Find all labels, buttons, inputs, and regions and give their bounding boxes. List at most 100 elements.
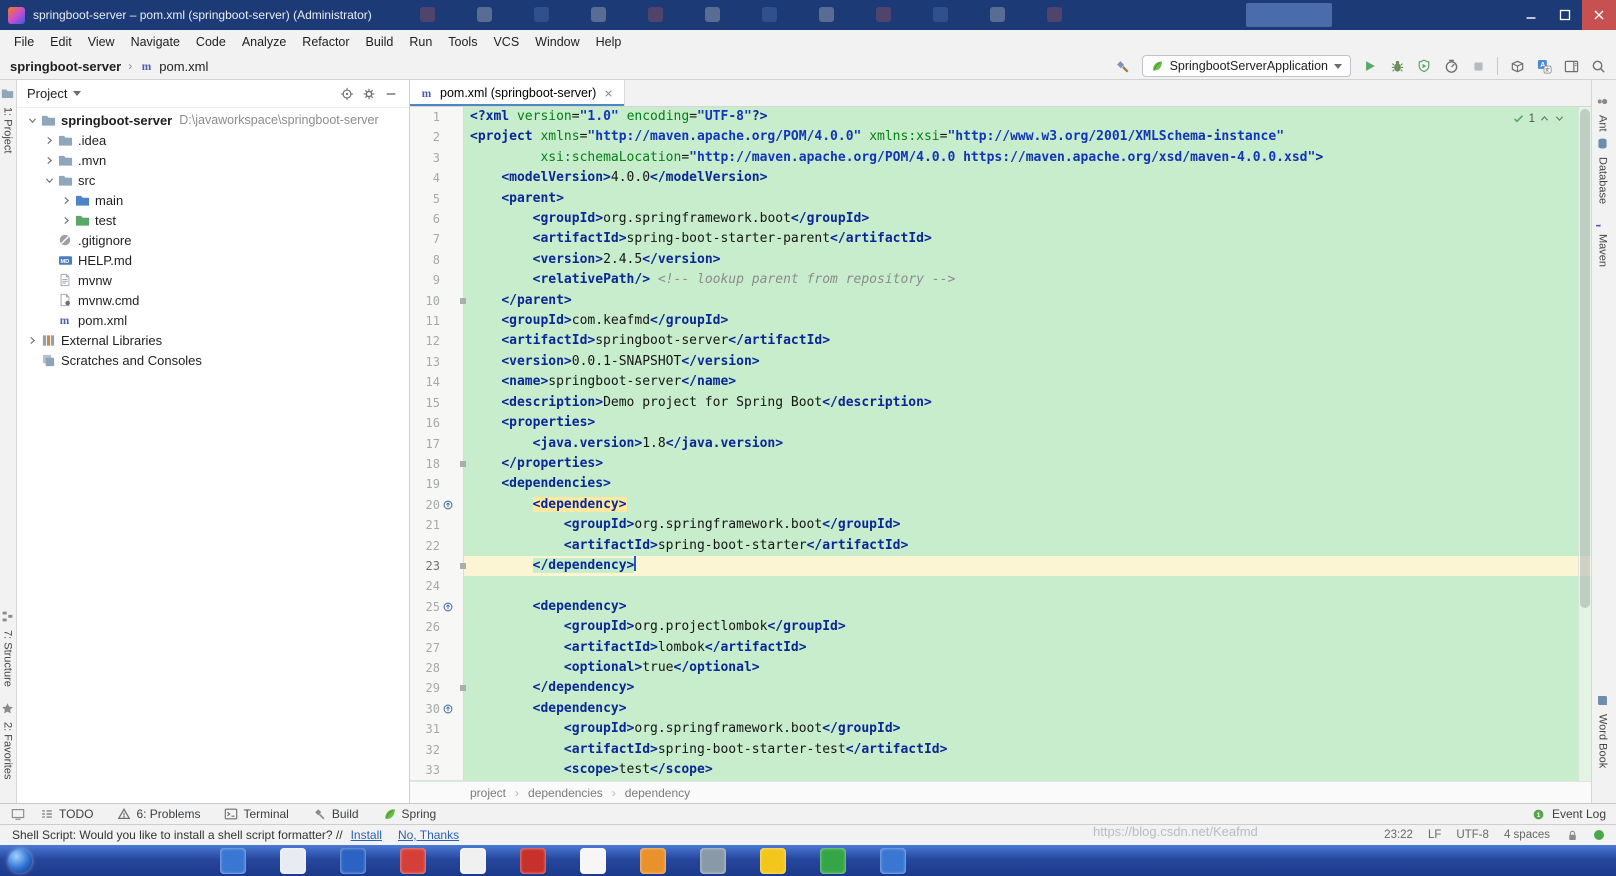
code-line[interactable]: 24 [410, 576, 1591, 597]
breadcrumb-project[interactable]: project [470, 786, 506, 800]
code-line[interactable]: 12 <artifactId>springboot-server</artifa… [410, 331, 1591, 352]
taskbar-app-icon[interactable] [280, 847, 306, 874]
inspections-widget[interactable]: 1 [1512, 112, 1565, 125]
code-line[interactable]: 29 </dependency> [410, 678, 1591, 699]
event-log-button[interactable]: 1 Event Log [1531, 806, 1606, 822]
tree-item-pom-xml[interactable]: m pom.xml [17, 310, 409, 330]
taskbar-app-icon[interactable] [880, 847, 906, 874]
tool-button-structure[interactable]: 7: Structure [1, 608, 14, 687]
no-thanks-link[interactable]: No, Thanks [398, 828, 459, 842]
install-link[interactable]: Install [351, 828, 382, 842]
line-ending-widget[interactable]: LF [1428, 829, 1441, 841]
breadcrumb-file[interactable]: pom.xml [159, 59, 208, 74]
code-line[interactable]: 26 <groupId>org.projectlombok</groupId> [410, 617, 1591, 638]
code-line[interactable]: 16 <properties> [410, 413, 1591, 434]
code-line[interactable]: 2 <project xmlns="http://maven.apache.org… [410, 127, 1591, 148]
tool-button-word-book[interactable]: Word Book [1596, 692, 1609, 768]
menu-item-vcs[interactable]: VCS [485, 30, 527, 53]
code-line[interactable]: 10 </parent> [410, 290, 1591, 312]
tree-item-external-libraries[interactable]: External Libraries [17, 330, 409, 350]
chevron-down-icon[interactable] [73, 91, 82, 96]
coverage-button[interactable] [1416, 58, 1432, 74]
breadcrumb-project[interactable]: springboot-server [10, 59, 121, 74]
tool-window-switcher-icon[interactable] [10, 806, 26, 822]
taskbar-app-icon[interactable] [400, 847, 426, 874]
tree-item--idea[interactable]: .idea [17, 130, 409, 150]
code-line[interactable]: 3 xsi:schemaLocation="http://maven.apach… [410, 147, 1591, 169]
menu-item-edit[interactable]: Edit [42, 30, 80, 53]
dependency-gutter-icon[interactable] [440, 698, 456, 720]
tree-item-main[interactable]: main [17, 190, 409, 210]
tool-button-maven[interactable]: m Maven [1596, 212, 1609, 267]
prev-issue-button[interactable] [1539, 113, 1550, 124]
menu-item-window[interactable]: Window [527, 30, 587, 53]
taskbar-app-icon[interactable] [760, 847, 786, 874]
code-line[interactable]: 18 </properties> [410, 453, 1591, 475]
dependency-gutter-icon[interactable] [440, 494, 456, 516]
search-everywhere-button[interactable] [1590, 58, 1606, 74]
menu-item-analyze[interactable]: Analyze [234, 30, 294, 53]
tree-item--gitignore[interactable]: .gitignore [17, 230, 409, 250]
lock-icon[interactable] [1565, 828, 1579, 842]
code-line[interactable]: 19 <dependencies> [410, 474, 1591, 495]
code-line[interactable]: 20 <dependency> [410, 494, 1591, 516]
code-line[interactable]: 4 <modelVersion>4.0.0</modelVersion> [410, 168, 1591, 189]
menu-item-tools[interactable]: Tools [440, 30, 485, 53]
tree-chevron-icon[interactable] [25, 115, 40, 126]
tree-chevron-icon[interactable] [25, 335, 40, 346]
stop-button[interactable] [1470, 58, 1486, 74]
tree-item-mvnw[interactable]: mvnw [17, 270, 409, 290]
menu-item-run[interactable]: Run [401, 30, 440, 53]
code-line[interactable]: 9 <relativePath/> <!-- lookup parent fro… [410, 270, 1591, 291]
taskbar-app-icon[interactable] [580, 847, 606, 874]
profiler-button[interactable] [1443, 58, 1459, 74]
build-hammer-icon[interactable] [1115, 58, 1131, 74]
code-line[interactable]: 33 <scope>test</scope> [410, 760, 1591, 781]
taskbar-app-icon[interactable] [340, 847, 366, 874]
code-line[interactable]: 27 <artifactId>lombok</artifactId> [410, 637, 1591, 658]
scrollbar-thumb[interactable] [1580, 109, 1590, 608]
run-button[interactable] [1362, 58, 1378, 74]
tool-window-button-todo[interactable]: TODO [40, 807, 93, 821]
menu-item-file[interactable]: File [6, 30, 42, 53]
taskbar-app-icon[interactable] [820, 847, 846, 874]
code-line[interactable]: 13 <version>0.0.1-SNAPSHOT</version> [410, 351, 1591, 373]
code-line[interactable]: 25 <dependency> [410, 596, 1591, 618]
tree-item--mvn[interactable]: .mvn [17, 150, 409, 170]
editor-scrollbar[interactable] [1578, 107, 1591, 781]
run-config-combo[interactable]: SpringbootServerApplication [1141, 55, 1351, 77]
code-line[interactable]: 5 <parent> [410, 188, 1591, 210]
taskbar-app-icon[interactable] [460, 847, 486, 874]
code-line[interactable]: 7 <artifactId>spring-boot-starter-parent… [410, 229, 1591, 250]
translate-button[interactable]: A [1536, 58, 1552, 74]
locate-file-button[interactable] [339, 86, 355, 102]
settings-gear-icon[interactable] [361, 86, 377, 102]
code-editor[interactable]: 1 <?xml version="1.0" encoding="UTF-8"?> 2… [410, 107, 1591, 781]
next-issue-button[interactable] [1554, 113, 1565, 124]
taskbar-app-icon[interactable] [700, 847, 726, 874]
menu-item-navigate[interactable]: Navigate [123, 30, 188, 53]
menu-item-view[interactable]: View [80, 30, 123, 53]
taskbar-app-icon[interactable] [220, 847, 246, 874]
close-tab-icon[interactable] [602, 87, 614, 99]
menu-item-code[interactable]: Code [188, 30, 234, 53]
code-line[interactable]: 21 <groupId>org.springframework.boot</gr… [410, 515, 1591, 536]
code-line[interactable]: 1 <?xml version="1.0" encoding="UTF-8"?> [410, 107, 1591, 128]
hide-panel-button[interactable] [383, 86, 399, 102]
tree-item-scratches-and-consoles[interactable]: Scratches and Consoles [17, 350, 409, 370]
code-line[interactable]: 11 <groupId>com.keafmd</groupId> [410, 311, 1591, 332]
dependency-gutter-icon[interactable] [440, 596, 456, 618]
taskbar-app-icon[interactable] [640, 847, 666, 874]
menu-item-build[interactable]: Build [358, 30, 402, 53]
project-panel-title[interactable]: Project [27, 86, 67, 101]
tree-chevron-icon[interactable] [42, 175, 57, 186]
tree-chevron-icon[interactable] [42, 155, 57, 166]
code-line[interactable]: 15 <description>Demo project for Spring … [410, 392, 1591, 414]
maximize-button[interactable] [1548, 0, 1582, 30]
tree-item-help-md[interactable]: MD HELP.md [17, 250, 409, 270]
code-line[interactable]: 22 <artifactId>spring-boot-starter</arti… [410, 535, 1591, 556]
tree-chevron-icon[interactable] [59, 195, 74, 206]
menu-item-help[interactable]: Help [588, 30, 630, 53]
code-line[interactable]: 6 <groupId>org.springframework.boot</gro… [410, 209, 1591, 230]
tree-chevron-icon[interactable] [59, 215, 74, 226]
